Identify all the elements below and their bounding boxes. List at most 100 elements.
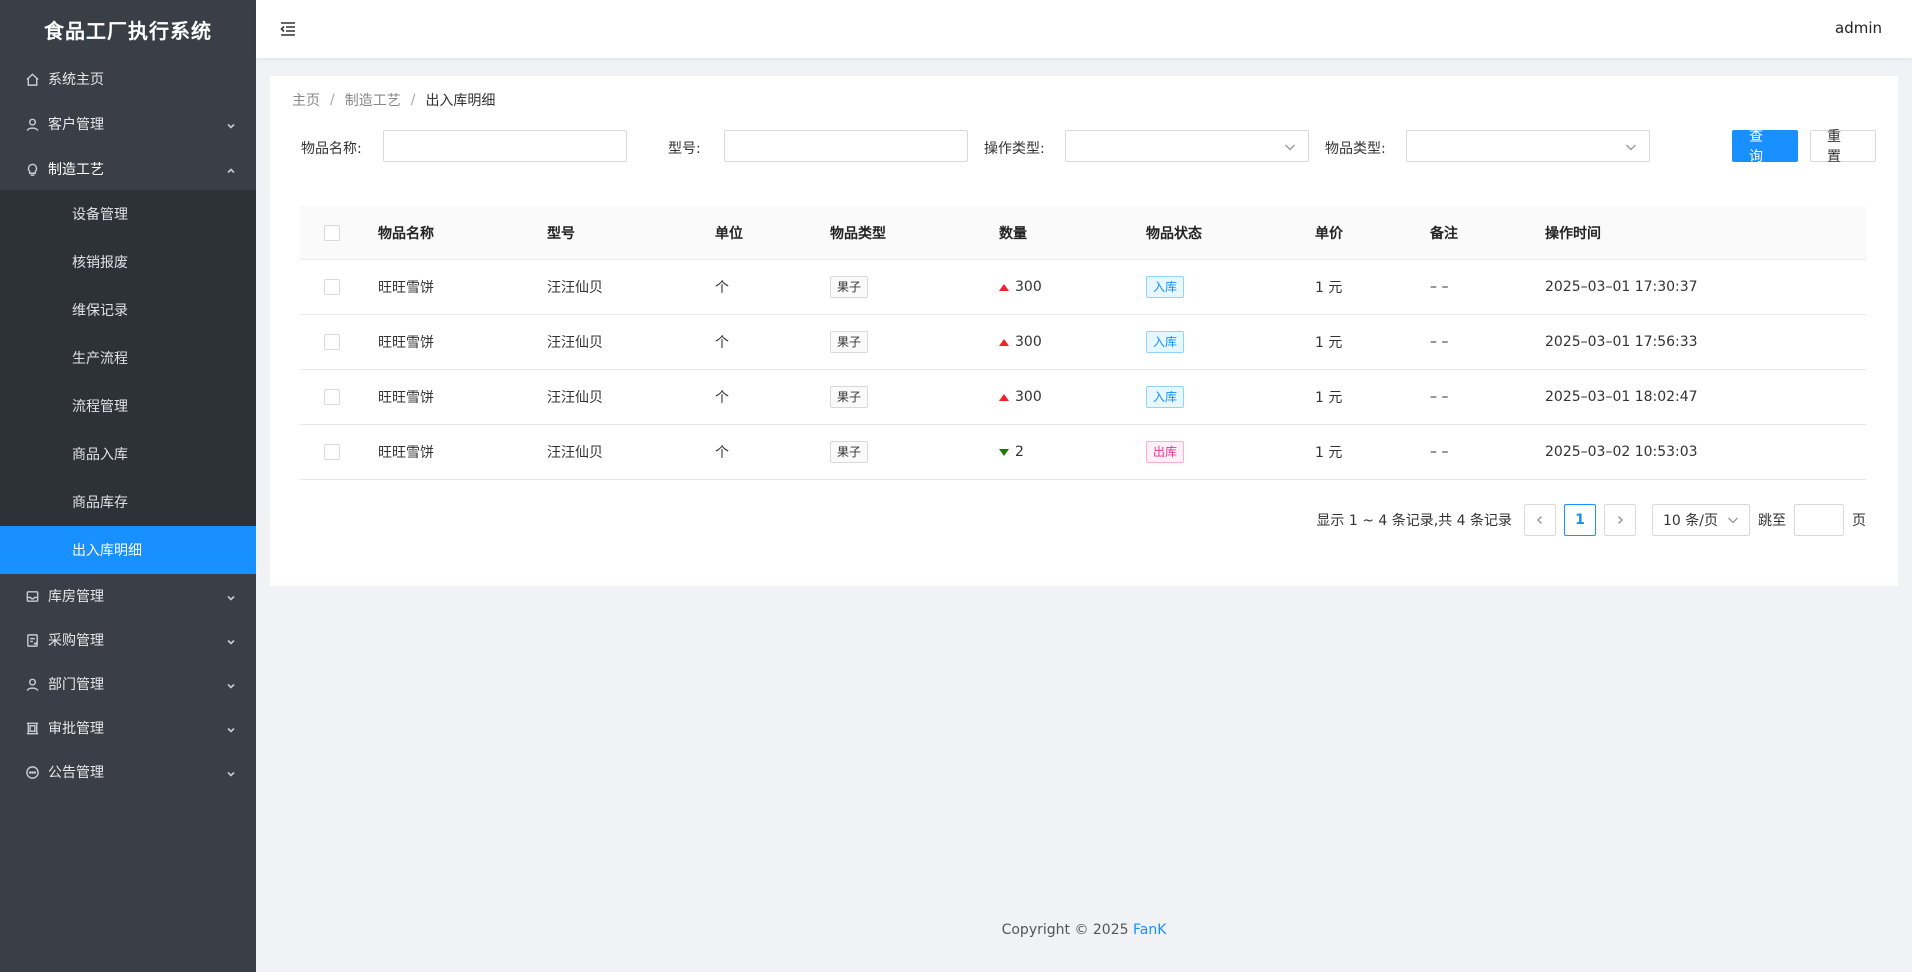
status-badge: 入库 — [1146, 276, 1185, 298]
cell-unit: 个 — [715, 335, 729, 351]
chevron-down-icon — [226, 635, 236, 645]
jump-label: 跳至 — [1758, 513, 1786, 529]
user-icon — [24, 116, 40, 132]
item-name-label: 物品名称: — [301, 141, 362, 157]
cell-time: 2025–03–01 18:02:47 — [1545, 389, 1698, 405]
column-header: 数量 — [999, 225, 1027, 242]
breadcrumb-current: 出入库明细 — [425, 93, 496, 109]
sidebar-item-equipment[interactable]: 设备管理 — [0, 190, 256, 238]
sidebar: 食品工厂执行系统 系统主页 客户管理 制造工艺 设备管理 核销报废 维保记录 生… — [0, 0, 256, 972]
cell-price: 1 元 — [1315, 335, 1343, 351]
sidebar-item-departments[interactable]: 部门管理 — [0, 662, 256, 706]
cell-time: 2025–03–01 17:56:33 — [1545, 334, 1698, 350]
item-name-input[interactable] — [383, 130, 627, 162]
sidebar-item-warehouse[interactable]: 库房管理 — [0, 574, 256, 618]
bulb-icon — [24, 161, 40, 177]
cell-unit: 个 — [715, 390, 729, 406]
inbox-icon — [24, 588, 40, 604]
home-icon — [24, 71, 40, 87]
column-header: 型号 — [547, 225, 575, 242]
cell-note: – – — [1430, 334, 1449, 350]
operation-type-select[interactable] — [1065, 130, 1309, 162]
sidebar-item-inout-detail[interactable]: 出入库明细 — [0, 526, 256, 574]
page-1-button[interactable]: 1 — [1564, 504, 1596, 536]
chevron-down-icon — [1728, 517, 1738, 524]
row-checkbox[interactable] — [324, 279, 340, 295]
cell-model: 汪汪仙贝 — [547, 280, 603, 296]
jump-suffix: 页 — [1852, 513, 1866, 529]
column-header: 物品类型 — [830, 225, 886, 242]
chevron-left-icon — [1536, 515, 1543, 525]
cell-note: – – — [1430, 389, 1449, 405]
breadcrumb-separator: / — [410, 92, 416, 108]
sidebar-item-label: 制造工艺 — [48, 162, 104, 178]
table-header: 物品名称 型号 单位 物品类型 数量 物品状态 单价 备注 操作时间 — [300, 206, 1866, 260]
breadcrumb-home[interactable]: 主页 — [292, 90, 320, 110]
model-label: 型号: — [668, 141, 701, 157]
sidebar-item-announcements[interactable]: 公告管理 — [0, 750, 256, 794]
arrow-up-icon — [999, 393, 1009, 401]
prev-page-button[interactable] — [1524, 504, 1556, 536]
sidebar-item-label: 公告管理 — [48, 765, 104, 781]
sidebar-item-scrap[interactable]: 核销报废 — [0, 238, 256, 286]
copyright-text: Copyright © 2025 — [1001, 922, 1133, 938]
model-input[interactable] — [724, 130, 968, 162]
user-menu[interactable]: admin — [1835, 19, 1882, 37]
sidebar-item-goods-stock[interactable]: 商品库存 — [0, 478, 256, 526]
sidebar-item-customers[interactable]: 客户管理 — [0, 100, 256, 148]
user-icon — [24, 676, 40, 692]
status-badge: 入库 — [1146, 386, 1185, 408]
table-row[interactable]: 旺旺雪饼 汪汪仙贝 个 果子 2 出库 1 元 – – 2025–03–02 1… — [300, 425, 1866, 480]
reset-button[interactable]: 重置 — [1810, 129, 1876, 165]
row-checkbox[interactable] — [324, 389, 340, 405]
cell-unit: 个 — [715, 280, 729, 296]
chevron-down-icon — [226, 679, 236, 689]
sidebar-item-label: 库房管理 — [48, 589, 104, 605]
cell-item-name: 旺旺雪饼 — [378, 445, 434, 461]
sidebar-item-home[interactable]: 系统主页 — [0, 58, 256, 100]
next-page-button[interactable] — [1604, 504, 1636, 536]
chevron-down-icon — [1284, 141, 1296, 153]
page-size-select[interactable]: 10 条/页 — [1652, 504, 1750, 536]
item-type-tag: 果子 — [830, 276, 869, 298]
table-row[interactable]: 旺旺雪饼 汪汪仙贝 个 果子 300 入库 1 元 – – 2025–03–01… — [300, 370, 1866, 425]
item-type-select[interactable] — [1406, 130, 1650, 162]
table-row[interactable]: 旺旺雪饼 汪汪仙贝 个 果子 300 入库 1 元 – – 2025–03–01… — [300, 260, 1866, 315]
chevron-up-icon — [226, 164, 236, 174]
chevron-down-icon — [226, 767, 236, 777]
sidebar-item-maintenance[interactable]: 维保记录 — [0, 286, 256, 334]
sidebar-item-process-management[interactable]: 流程管理 — [0, 382, 256, 430]
cell-time: 2025–03–01 17:30:37 — [1545, 279, 1698, 295]
menu-fold-icon[interactable] — [278, 19, 298, 39]
chevron-down-icon — [226, 723, 236, 733]
sidebar-item-purchasing[interactable]: 采购管理 — [0, 618, 256, 662]
quantity-value: 300 — [1015, 334, 1042, 351]
cell-note: – – — [1430, 444, 1449, 460]
cell-quantity: 300 — [999, 279, 1042, 295]
table-row[interactable]: 旺旺雪饼 汪汪仙贝 个 果子 300 入库 1 元 – – 2025–03–01… — [300, 315, 1866, 370]
top-header: admin — [256, 0, 1912, 58]
row-checkbox[interactable] — [324, 444, 340, 460]
footer-brand-link[interactable]: FanK — [1133, 922, 1166, 938]
sidebar-item-manufacturing[interactable]: 制造工艺 — [0, 148, 256, 190]
breadcrumb-manufacturing[interactable]: 制造工艺 — [345, 90, 401, 110]
audit-icon — [24, 632, 40, 648]
quantity-value: 300 — [1015, 279, 1042, 296]
sidebar-item-label: 部门管理 — [48, 677, 104, 693]
cell-model: 汪汪仙贝 — [547, 445, 603, 461]
sidebar-item-production-flow[interactable]: 生产流程 — [0, 334, 256, 382]
jump-page-input[interactable] — [1794, 504, 1844, 536]
footer: Copyright © 2025 FanK — [256, 922, 1912, 938]
sidebar-item-goods-inbound[interactable]: 商品入库 — [0, 430, 256, 478]
select-all-checkbox[interactable] — [324, 224, 340, 241]
chevron-down-icon — [226, 591, 236, 601]
chevron-down-icon — [1625, 141, 1637, 153]
column-header: 单价 — [1315, 225, 1343, 242]
sidebar-item-approvals[interactable]: 审批管理 — [0, 706, 256, 750]
inout-table: 物品名称 型号 单位 物品类型 数量 物品状态 单价 备注 操作时间 旺旺雪饼 … — [300, 206, 1866, 480]
row-checkbox[interactable] — [324, 334, 340, 350]
status-badge: 入库 — [1146, 331, 1185, 353]
column-header: 备注 — [1430, 225, 1458, 242]
cell-unit: 个 — [715, 445, 729, 461]
query-button[interactable]: 查询 — [1732, 129, 1798, 165]
